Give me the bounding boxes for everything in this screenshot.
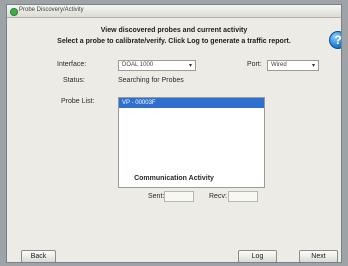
window-title: Probe Discovery/Activity	[19, 7, 84, 13]
port-label: Port:	[247, 61, 262, 68]
header-instructions: Select a probe to calibrate/verify. Clic…	[57, 38, 291, 45]
status-value: Searching for Probes	[118, 77, 184, 84]
probe-list-label: Probe List:	[61, 98, 95, 105]
port-select-value: Wired	[271, 62, 287, 68]
app-icon	[10, 8, 18, 16]
port-select[interactable]: Wired ▾	[267, 60, 319, 71]
sent-counter	[164, 191, 194, 202]
probe-list-item[interactable]: VP - 00003F	[119, 98, 264, 108]
status-label: Status:	[63, 77, 85, 84]
interface-select-value: DOAL 1000	[122, 62, 154, 68]
interface-label: Interface:	[57, 61, 87, 68]
chevron-down-icon: ▾	[188, 63, 192, 69]
log-button[interactable]: Log	[238, 250, 277, 262]
sent-label: Sent:	[148, 193, 165, 200]
recv-label: Recv:	[209, 193, 227, 200]
communication-activity-title: Communication Activity	[134, 175, 214, 182]
header-title: View discovered probes and current activ…	[100, 27, 248, 34]
next-button[interactable]: Next	[299, 250, 338, 262]
back-button[interactable]: Back	[21, 250, 56, 262]
chevron-down-icon: ▾	[311, 63, 315, 69]
probe-discovery-window: Probe Discovery/Activity View discovered…	[6, 4, 342, 263]
recv-counter	[228, 191, 258, 202]
interface-select[interactable]: DOAL 1000 ▾	[118, 60, 196, 71]
help-icon[interactable]: ?	[329, 31, 341, 49]
title-bar: Probe Discovery/Activity	[7, 5, 341, 18]
